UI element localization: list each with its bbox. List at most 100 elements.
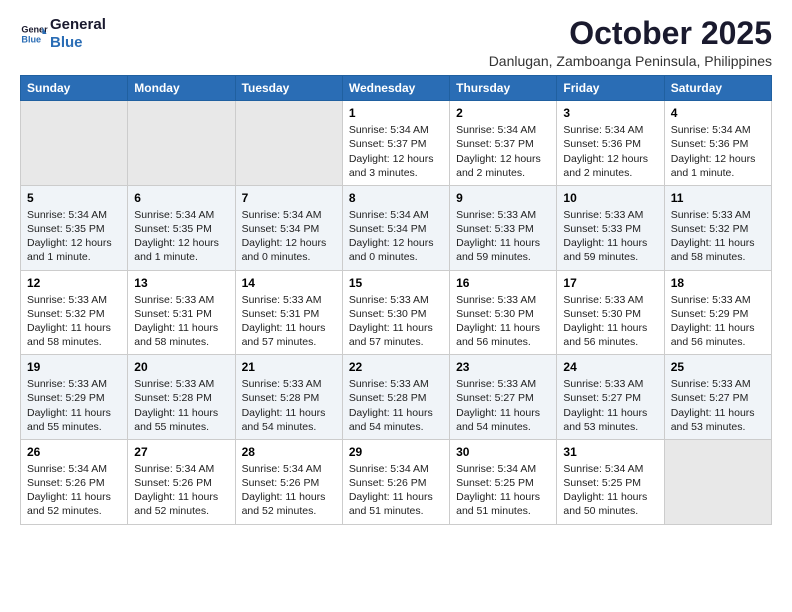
sunset-label: Sunset: 5:26 PM — [134, 477, 212, 489]
daylight-label: Daylight: 12 hours and 3 minutes. — [349, 153, 434, 179]
sunrise-label: Sunrise: 5:34 AM — [563, 124, 643, 136]
daylight-label: Daylight: 11 hours and 59 minutes. — [456, 237, 540, 263]
sunrise-label: Sunrise: 5:33 AM — [242, 378, 322, 390]
calendar-row-4: 26 Sunrise: 5:34 AM Sunset: 5:26 PM Dayl… — [21, 439, 772, 524]
day-number: 14 — [242, 276, 336, 290]
sunset-label: Sunset: 5:29 PM — [671, 308, 749, 320]
sunrise-label: Sunrise: 5:33 AM — [242, 294, 322, 306]
weekday-header-wednesday: Wednesday — [342, 76, 449, 101]
calendar-cell-13: 13 Sunrise: 5:33 AM Sunset: 5:31 PM Dayl… — [128, 270, 235, 355]
calendar-cell-11: 11 Sunrise: 5:33 AM Sunset: 5:32 PM Dayl… — [664, 185, 771, 270]
daylight-label: Daylight: 11 hours and 57 minutes. — [242, 322, 326, 348]
daylight-label: Daylight: 11 hours and 53 minutes. — [671, 407, 755, 433]
sunset-label: Sunset: 5:26 PM — [242, 477, 320, 489]
sunset-label: Sunset: 5:34 PM — [242, 223, 320, 235]
calendar-cell-12: 12 Sunrise: 5:33 AM Sunset: 5:32 PM Dayl… — [21, 270, 128, 355]
day-number: 18 — [671, 276, 765, 290]
sunset-label: Sunset: 5:30 PM — [563, 308, 641, 320]
sunset-label: Sunset: 5:33 PM — [563, 223, 641, 235]
sunrise-label: Sunrise: 5:34 AM — [27, 463, 107, 475]
sunrise-label: Sunrise: 5:34 AM — [349, 209, 429, 221]
day-number: 28 — [242, 445, 336, 459]
calendar-cell-31: 31 Sunrise: 5:34 AM Sunset: 5:25 PM Dayl… — [557, 439, 664, 524]
cell-info: Sunrise: 5:34 AM Sunset: 5:37 PM Dayligh… — [456, 123, 550, 180]
sunrise-label: Sunrise: 5:33 AM — [27, 378, 107, 390]
daylight-label: Daylight: 11 hours and 57 minutes. — [349, 322, 433, 348]
daylight-label: Daylight: 11 hours and 53 minutes. — [563, 407, 647, 433]
month-year: October 2025 — [489, 16, 772, 51]
day-number: 22 — [349, 360, 443, 374]
day-number: 19 — [27, 360, 121, 374]
daylight-label: Daylight: 11 hours and 58 minutes. — [671, 237, 755, 263]
sunrise-label: Sunrise: 5:33 AM — [349, 378, 429, 390]
calendar-cell-empty — [21, 101, 128, 186]
cell-info: Sunrise: 5:34 AM Sunset: 5:34 PM Dayligh… — [349, 208, 443, 265]
sunset-label: Sunset: 5:28 PM — [349, 392, 427, 404]
day-number: 2 — [456, 106, 550, 120]
calendar-table: SundayMondayTuesdayWednesdayThursdayFrid… — [20, 75, 772, 524]
calendar-cell-28: 28 Sunrise: 5:34 AM Sunset: 5:26 PM Dayl… — [235, 439, 342, 524]
calendar-row-1: 5 Sunrise: 5:34 AM Sunset: 5:35 PM Dayli… — [21, 185, 772, 270]
daylight-label: Daylight: 12 hours and 0 minutes. — [349, 237, 434, 263]
cell-info: Sunrise: 5:33 AM Sunset: 5:27 PM Dayligh… — [456, 377, 550, 434]
calendar-cell-20: 20 Sunrise: 5:33 AM Sunset: 5:28 PM Dayl… — [128, 355, 235, 440]
calendar-cell-4: 4 Sunrise: 5:34 AM Sunset: 5:36 PM Dayli… — [664, 101, 771, 186]
sunrise-label: Sunrise: 5:34 AM — [242, 463, 322, 475]
calendar-cell-6: 6 Sunrise: 5:34 AM Sunset: 5:35 PM Dayli… — [128, 185, 235, 270]
page-header: General Blue General Blue October 2025 D… — [20, 16, 772, 69]
sunset-label: Sunset: 5:31 PM — [134, 308, 212, 320]
day-number: 11 — [671, 191, 765, 205]
calendar-row-3: 19 Sunrise: 5:33 AM Sunset: 5:29 PM Dayl… — [21, 355, 772, 440]
sunset-label: Sunset: 5:37 PM — [349, 138, 427, 150]
day-number: 1 — [349, 106, 443, 120]
daylight-label: Daylight: 11 hours and 58 minutes. — [27, 322, 111, 348]
daylight-label: Daylight: 12 hours and 2 minutes. — [456, 153, 541, 179]
day-number: 30 — [456, 445, 550, 459]
calendar-cell-empty — [128, 101, 235, 186]
sunset-label: Sunset: 5:27 PM — [671, 392, 749, 404]
day-number: 13 — [134, 276, 228, 290]
daylight-label: Daylight: 11 hours and 50 minutes. — [563, 491, 647, 517]
calendar-cell-21: 21 Sunrise: 5:33 AM Sunset: 5:28 PM Dayl… — [235, 355, 342, 440]
cell-info: Sunrise: 5:34 AM Sunset: 5:26 PM Dayligh… — [27, 462, 121, 519]
daylight-label: Daylight: 11 hours and 59 minutes. — [563, 237, 647, 263]
cell-info: Sunrise: 5:33 AM Sunset: 5:27 PM Dayligh… — [563, 377, 657, 434]
cell-info: Sunrise: 5:33 AM Sunset: 5:31 PM Dayligh… — [134, 293, 228, 350]
sunrise-label: Sunrise: 5:34 AM — [349, 463, 429, 475]
calendar-cell-24: 24 Sunrise: 5:33 AM Sunset: 5:27 PM Dayl… — [557, 355, 664, 440]
sunset-label: Sunset: 5:35 PM — [134, 223, 212, 235]
sunrise-label: Sunrise: 5:33 AM — [563, 209, 643, 221]
weekday-header-monday: Monday — [128, 76, 235, 101]
cell-info: Sunrise: 5:34 AM Sunset: 5:35 PM Dayligh… — [27, 208, 121, 265]
weekday-header-friday: Friday — [557, 76, 664, 101]
sunrise-label: Sunrise: 5:33 AM — [456, 378, 536, 390]
day-number: 5 — [27, 191, 121, 205]
sunset-label: Sunset: 5:27 PM — [563, 392, 641, 404]
sunset-label: Sunset: 5:36 PM — [671, 138, 749, 150]
daylight-label: Daylight: 11 hours and 52 minutes. — [27, 491, 111, 517]
daylight-label: Daylight: 12 hours and 1 minute. — [671, 153, 756, 179]
calendar-cell-empty — [235, 101, 342, 186]
sunset-label: Sunset: 5:34 PM — [349, 223, 427, 235]
cell-info: Sunrise: 5:33 AM Sunset: 5:30 PM Dayligh… — [563, 293, 657, 350]
day-number: 6 — [134, 191, 228, 205]
daylight-label: Daylight: 11 hours and 54 minutes. — [349, 407, 433, 433]
sunrise-label: Sunrise: 5:33 AM — [134, 294, 214, 306]
cell-info: Sunrise: 5:34 AM Sunset: 5:37 PM Dayligh… — [349, 123, 443, 180]
calendar-cell-27: 27 Sunrise: 5:34 AM Sunset: 5:26 PM Dayl… — [128, 439, 235, 524]
sunset-label: Sunset: 5:28 PM — [242, 392, 320, 404]
cell-info: Sunrise: 5:33 AM Sunset: 5:32 PM Dayligh… — [27, 293, 121, 350]
calendar-row-0: 1 Sunrise: 5:34 AM Sunset: 5:37 PM Dayli… — [21, 101, 772, 186]
cell-info: Sunrise: 5:34 AM Sunset: 5:25 PM Dayligh… — [456, 462, 550, 519]
calendar-cell-19: 19 Sunrise: 5:33 AM Sunset: 5:29 PM Dayl… — [21, 355, 128, 440]
weekday-header-saturday: Saturday — [664, 76, 771, 101]
location: Danlugan, Zamboanga Peninsula, Philippin… — [489, 53, 772, 69]
weekday-header-tuesday: Tuesday — [235, 76, 342, 101]
cell-info: Sunrise: 5:34 AM Sunset: 5:26 PM Dayligh… — [349, 462, 443, 519]
cell-info: Sunrise: 5:34 AM Sunset: 5:34 PM Dayligh… — [242, 208, 336, 265]
daylight-label: Daylight: 11 hours and 56 minutes. — [456, 322, 540, 348]
sunrise-label: Sunrise: 5:34 AM — [456, 463, 536, 475]
calendar-cell-22: 22 Sunrise: 5:33 AM Sunset: 5:28 PM Dayl… — [342, 355, 449, 440]
cell-info: Sunrise: 5:33 AM Sunset: 5:33 PM Dayligh… — [563, 208, 657, 265]
calendar-cell-9: 9 Sunrise: 5:33 AM Sunset: 5:33 PM Dayli… — [450, 185, 557, 270]
